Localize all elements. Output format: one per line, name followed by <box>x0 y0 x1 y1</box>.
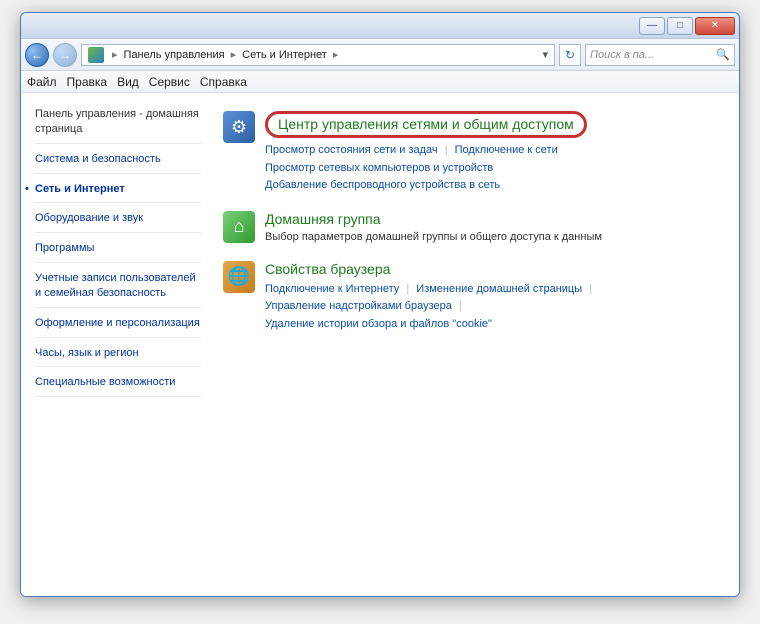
internet-options-icon: 🌐 <box>223 261 255 293</box>
category-browser: 🌐 Свойства браузера Подключение к Интерн… <box>223 261 727 334</box>
chevron-right-icon: ▸ <box>108 48 122 61</box>
search-placeholder: Поиск в па... <box>590 49 654 61</box>
chevron-right-icon: ▸ <box>227 48 241 61</box>
control-panel-icon <box>88 47 104 63</box>
nav-back-button[interactable]: ← <box>25 43 49 67</box>
maximize-button[interactable]: □ <box>667 17 693 35</box>
sidebar-item-system[interactable]: Система и безопасность <box>35 152 201 174</box>
sidebar: Панель управления - домашняя страница Си… <box>21 93 211 596</box>
breadcrumb-leaf[interactable]: Сеть и Интернет <box>240 47 329 63</box>
category-homegroup: ⌂ Домашняя группа Выбор параметров домаш… <box>223 211 727 245</box>
menubar: Файл Правка Вид Сервис Справка <box>21 71 739 93</box>
sidebar-item-network[interactable]: Сеть и Интернет <box>35 182 201 204</box>
link-view-devices[interactable]: Просмотр сетевых компьютеров и устройств <box>265 162 493 174</box>
network-sharing-icon: ⚙ <box>223 111 255 143</box>
link-add-wireless[interactable]: Добавление беспроводного устройства в се… <box>265 179 500 191</box>
link-delete-history[interactable]: Удаление истории обзора и файлов "cookie… <box>265 318 492 330</box>
titlebar: — □ ✕ <box>21 13 739 39</box>
homegroup-icon: ⌂ <box>223 211 255 243</box>
content-panel: ⚙ Центр управления сетями и общим доступ… <box>211 93 739 596</box>
link-change-homepage[interactable]: Изменение домашней страницы <box>416 283 582 295</box>
link-view-status[interactable]: Просмотр состояния сети и задач <box>265 144 438 156</box>
browser-sublinks: Подключение к Интернету | Изменение дома… <box>265 281 727 334</box>
address-bar: ← → ▸ Панель управления ▸ Сеть и Интерне… <box>21 39 739 71</box>
body: Панель управления - домашняя страница Си… <box>21 93 739 596</box>
sidebar-item-clock[interactable]: Часы, язык и регион <box>35 346 201 368</box>
sidebar-item-hardware[interactable]: Оборудование и звук <box>35 211 201 233</box>
minimize-button[interactable]: — <box>639 17 665 35</box>
homegroup-link[interactable]: Домашняя группа <box>265 211 727 227</box>
search-icon: 🔍 <box>716 48 730 61</box>
link-connect-network[interactable]: Подключение к сети <box>455 144 558 156</box>
sidebar-item-programs[interactable]: Программы <box>35 241 201 263</box>
breadcrumb-root[interactable]: Панель управления <box>122 47 227 63</box>
search-input[interactable]: Поиск в па... 🔍 <box>585 44 735 66</box>
sidebar-home-link[interactable]: Панель управления - домашняя страница <box>35 107 201 144</box>
menu-tools[interactable]: Сервис <box>149 75 190 89</box>
menu-view[interactable]: Вид <box>117 75 139 89</box>
link-manage-addons[interactable]: Управление надстройками браузера <box>265 300 452 312</box>
sidebar-item-appearance[interactable]: Оформление и персонализация <box>35 316 201 338</box>
link-homegroup-settings[interactable]: Выбор параметров домашней группы и общег… <box>265 231 602 243</box>
breadcrumb[interactable]: ▸ Панель управления ▸ Сеть и Интернет ▸ … <box>81 44 555 66</box>
breadcrumb-dropdown[interactable]: ▾ <box>538 48 552 61</box>
link-connect-internet[interactable]: Подключение к Интернету <box>265 283 399 295</box>
internet-options-link[interactable]: Свойства браузера <box>265 261 727 277</box>
explorer-window: — □ ✕ ← → ▸ Панель управления ▸ Сеть и И… <box>20 12 740 597</box>
refresh-button[interactable]: ↻ <box>559 44 581 66</box>
menu-edit[interactable]: Правка <box>67 75 108 89</box>
network-sublinks: Просмотр состояния сети и задач | Подклю… <box>265 142 727 195</box>
menu-help[interactable]: Справка <box>200 75 247 89</box>
nav-forward-button[interactable]: → <box>53 43 77 67</box>
category-network: ⚙ Центр управления сетями и общим доступ… <box>223 111 727 195</box>
chevron-right-icon: ▸ <box>329 48 343 61</box>
sidebar-item-accessibility[interactable]: Специальные возможности <box>35 375 201 397</box>
network-sharing-center-link[interactable]: Центр управления сетями и общим доступом <box>265 111 587 138</box>
close-button[interactable]: ✕ <box>695 17 735 35</box>
menu-file[interactable]: Файл <box>27 75 57 89</box>
sidebar-item-accounts[interactable]: Учетные записи пользователей и семейная … <box>35 271 201 308</box>
